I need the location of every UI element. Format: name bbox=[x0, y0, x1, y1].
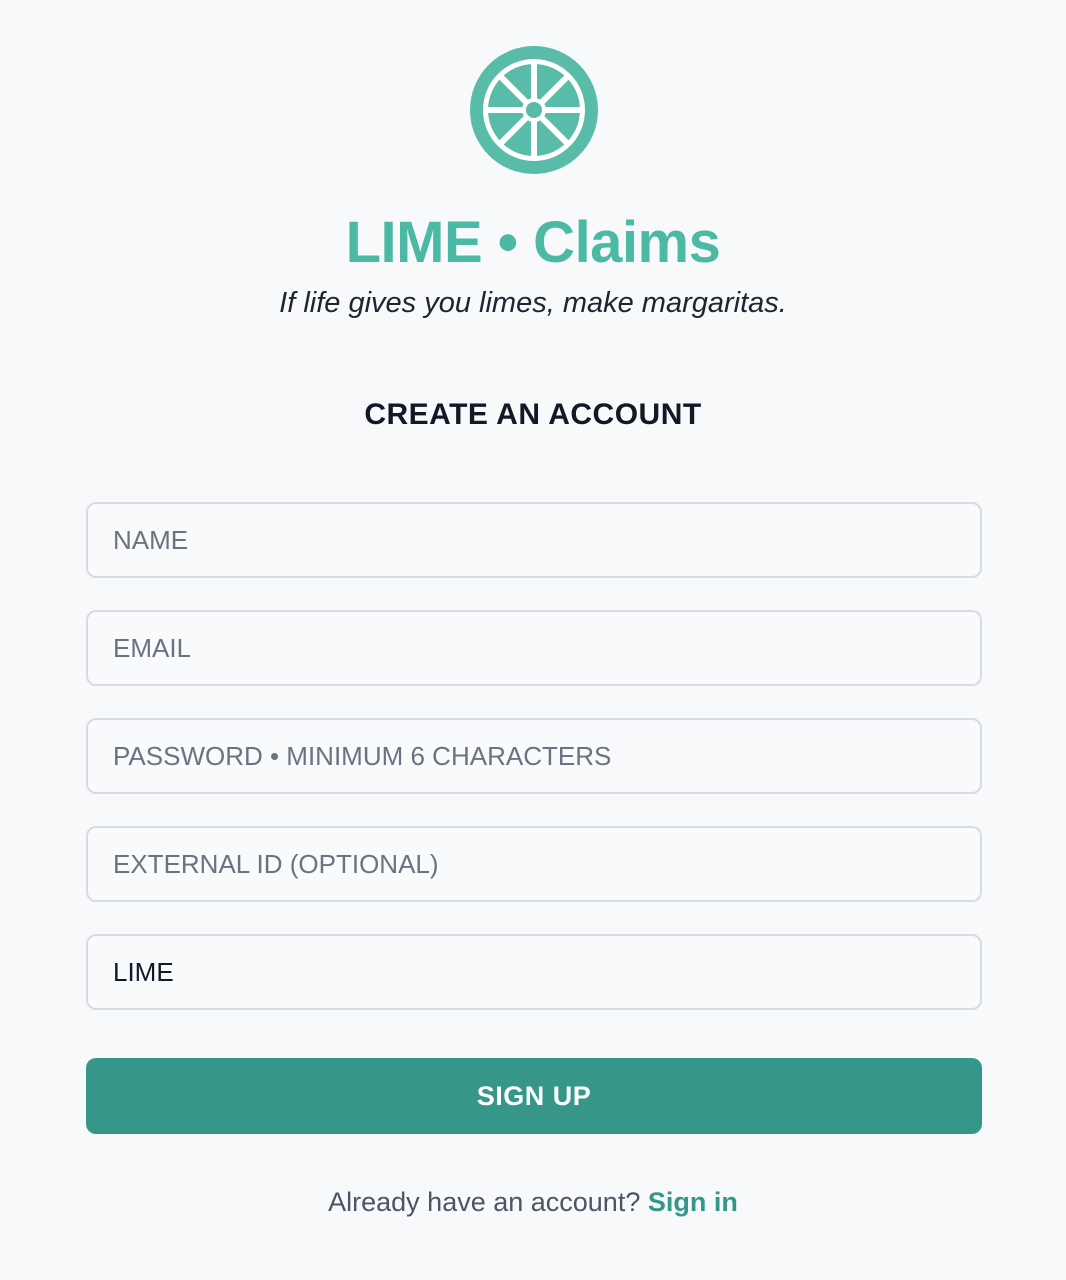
sign-in-prompt-text: Already have an account? bbox=[328, 1187, 641, 1217]
lime-slice-icon bbox=[470, 46, 598, 174]
sign-in-link[interactable]: Sign in bbox=[648, 1187, 738, 1217]
organization-field[interactable] bbox=[86, 934, 982, 1010]
brand-tagline: If life gives you limes, make margaritas… bbox=[279, 287, 787, 319]
external-id-field[interactable] bbox=[86, 826, 982, 902]
email-field[interactable] bbox=[86, 610, 982, 686]
sign-in-prompt: Already have an account? Sign in bbox=[0, 1184, 1066, 1220]
brand-title: LIME • Claims bbox=[345, 210, 721, 275]
sign-up-button[interactable]: SIGN UP bbox=[86, 1058, 982, 1134]
name-field[interactable] bbox=[86, 502, 982, 578]
signup-page: LIME • Claims If life gives you limes, m… bbox=[0, 0, 1066, 1280]
page-title: CREATE AN ACCOUNT bbox=[364, 398, 702, 431]
password-field[interactable] bbox=[86, 718, 982, 794]
